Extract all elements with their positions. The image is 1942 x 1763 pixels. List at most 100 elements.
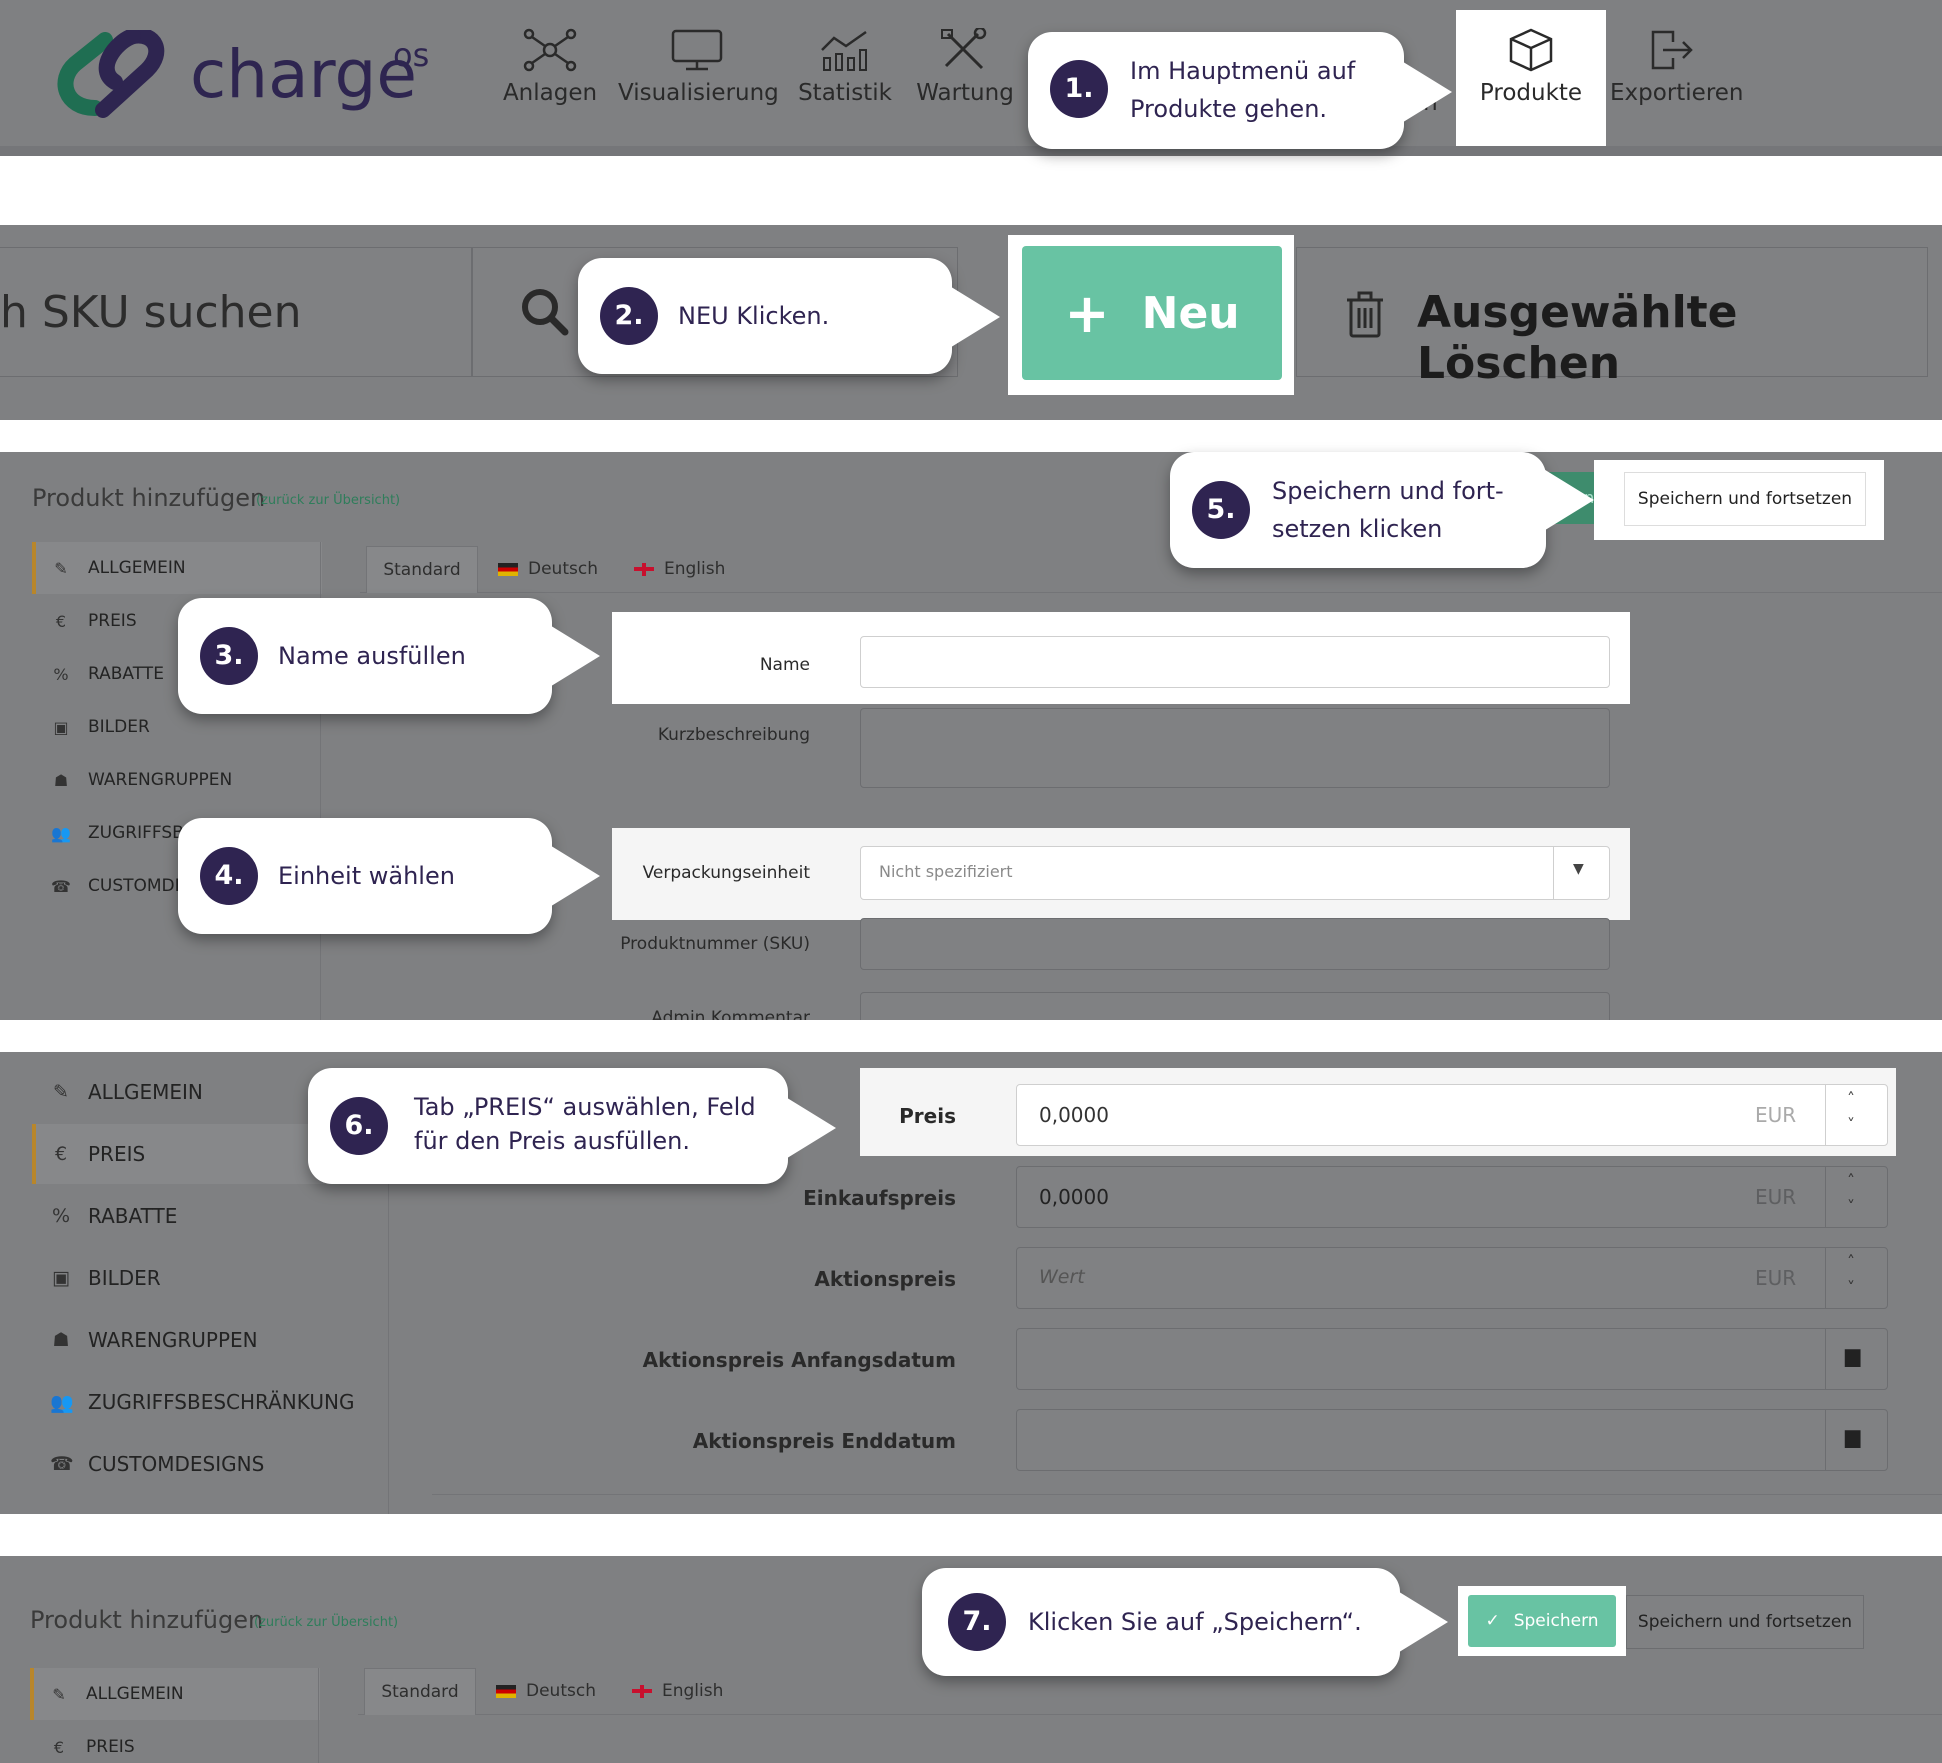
sidebar-label: WARENGRUPPEN bbox=[88, 1328, 258, 1352]
logo-mark-icon bbox=[57, 30, 165, 118]
tab-deutsch[interactable]: Deutsch bbox=[498, 546, 598, 592]
chargeos-logo[interactable]: charge OS bbox=[55, 30, 455, 120]
einkaufspreis-unit: EUR bbox=[1755, 1185, 1797, 1209]
sidebar-item-zugriffsbeschraenkung[interactable]: 👥 ZUGRIFFSBE bbox=[32, 807, 195, 859]
step-text-line-2: Produkte gehen. bbox=[1130, 95, 1328, 123]
calendar-icon[interactable]: ▆ bbox=[1845, 1424, 1860, 1448]
sidebar-item-allgemein[interactable]: ✎ ALLGEMEIN bbox=[32, 1062, 203, 1122]
stepper-down-icon[interactable]: ˅ bbox=[1847, 1197, 1855, 1216]
sidebar-label: PREIS bbox=[86, 1737, 135, 1757]
back-to-overview-link[interactable]: (zurück zur Übersicht) bbox=[256, 493, 400, 508]
preis-value: 0,0000 bbox=[1039, 1103, 1109, 1127]
aktionspreis-anfangsdatum-input[interactable]: ▆ bbox=[1016, 1328, 1888, 1390]
save-continue-button[interactable]: Speichern und fortsetzen bbox=[1624, 472, 1866, 526]
sku-input[interactable] bbox=[860, 918, 1610, 970]
image-icon: ▣ bbox=[52, 1267, 70, 1289]
sidebar-item-customdesigns[interactable]: ☎ CUSTOMDESIGNS bbox=[32, 1434, 264, 1494]
admin-comment-input[interactable] bbox=[860, 992, 1610, 1020]
sidebar-item-preis[interactable]: € PREIS bbox=[32, 595, 137, 647]
step-number: 6. bbox=[330, 1097, 388, 1155]
sidebar-item-warengruppen[interactable]: ☗ WARENGRUPPEN bbox=[32, 1310, 258, 1370]
delete-selected-label: Ausgewählte Löschen bbox=[1417, 287, 1738, 389]
sidebar-item-zugriffsbeschraenkung[interactable]: 👥 ZUGRIFFSBESCHRÄNKUNG bbox=[32, 1372, 354, 1432]
name-input[interactable] bbox=[860, 636, 1610, 688]
box-icon bbox=[1509, 28, 1553, 72]
sidebar-item-bilder[interactable]: ▣ BILDER bbox=[32, 1248, 161, 1308]
sidebar-label: ALLGEMEIN bbox=[88, 558, 186, 578]
caret-down-icon[interactable]: ▼ bbox=[1573, 861, 1584, 877]
check-icon: ✓ bbox=[1485, 1611, 1500, 1631]
phone-icon: ☎ bbox=[50, 1453, 74, 1475]
sidebar-label: CUSTOMDESIGNS bbox=[88, 1452, 265, 1476]
sidebar-item-preis[interactable]: € PREIS bbox=[32, 1124, 145, 1184]
stepper-up-icon[interactable]: ˄ bbox=[1847, 1089, 1855, 1108]
sidebar-item-warengruppen[interactable]: ☗ WARENGRUPPEN bbox=[32, 754, 232, 806]
admin-comment-label: Admin Kommentar bbox=[651, 1008, 810, 1020]
stepper-up-icon[interactable]: ˄ bbox=[1847, 1252, 1855, 1271]
calendar-icon[interactable]: ▆ bbox=[1845, 1343, 1860, 1367]
sidebar-item-preis[interactable]: € PREIS bbox=[30, 1721, 135, 1763]
stepper-down-icon[interactable]: ˅ bbox=[1847, 1278, 1855, 1297]
step-text-line-1: Im Hauptmenü auf bbox=[1130, 57, 1356, 85]
sidebar-label: BILDER bbox=[88, 717, 150, 737]
nav-visualisierung[interactable]: Visualisierung bbox=[618, 28, 779, 106]
new-button[interactable]: + Neu bbox=[1022, 246, 1282, 380]
aktionspreis-enddatum-input[interactable]: ▆ bbox=[1016, 1409, 1888, 1471]
stepper-down-icon[interactable]: ˅ bbox=[1847, 1115, 1855, 1134]
trash-icon bbox=[1347, 291, 1383, 338]
flag-de-icon bbox=[496, 1684, 516, 1698]
nav-produkte[interactable]: Produkte bbox=[1458, 28, 1604, 106]
stepper-up-icon[interactable]: ˄ bbox=[1847, 1171, 1855, 1190]
aktionspreis-unit: EUR bbox=[1755, 1266, 1797, 1290]
sidebar-item-rabatte[interactable]: % RABATTE bbox=[32, 648, 164, 700]
nav-label: Wartung bbox=[916, 80, 1014, 106]
sidebar-label: BILDER bbox=[88, 1266, 161, 1290]
save-button[interactable]: ✓ Speichern bbox=[1468, 1595, 1616, 1647]
pencil-icon: ✎ bbox=[52, 1684, 66, 1704]
nav-statistik[interactable]: Statistik bbox=[795, 28, 895, 106]
step-text-line-2: für den Preis ausfüllen. bbox=[414, 1127, 690, 1155]
sidebar-item-customdesigns[interactable]: ☎ CUSTOMDE bbox=[32, 860, 185, 912]
stepper-divider bbox=[1825, 1167, 1826, 1227]
sidebar-item-allgemein[interactable]: ✎ ALLGEMEIN bbox=[30, 1668, 183, 1720]
tab-label: Standard bbox=[383, 560, 461, 580]
einkaufspreis-input[interactable]: 0,0000 EUR ˄ ˅ bbox=[1016, 1166, 1888, 1228]
step-text-line-2: setzen klicken bbox=[1272, 515, 1443, 543]
tab-english[interactable]: English bbox=[632, 1668, 723, 1714]
preis-input[interactable]: 0,0000 EUR ˄ ˅ bbox=[1016, 1084, 1888, 1146]
sidebar-item-rabatte[interactable]: % RABATTE bbox=[32, 1186, 177, 1246]
tab-standard[interactable]: Standard bbox=[366, 546, 478, 593]
sidebar-item-allgemein[interactable]: ✎ ALLGEMEIN bbox=[32, 542, 186, 594]
sidebar-item-bilder[interactable]: ▣ BILDER bbox=[32, 701, 150, 753]
verpackungseinheit-select[interactable]: Nicht spezifiziert ▼ bbox=[860, 846, 1610, 900]
tab-label: Deutsch bbox=[528, 559, 598, 579]
preis-unit: EUR bbox=[1755, 1103, 1797, 1127]
aktionspreis-input[interactable]: Wert EUR ˄ ˅ bbox=[1016, 1247, 1888, 1309]
sidebar-label: PREIS bbox=[88, 1142, 146, 1166]
sku-search-placeholder: h SKU suchen bbox=[0, 287, 302, 338]
callout-pointer bbox=[1396, 1590, 1448, 1654]
save-continue-label: Speichern und fortsetzen bbox=[1637, 489, 1853, 509]
step-number: 4. bbox=[200, 847, 258, 905]
einkaufspreis-value: 0,0000 bbox=[1039, 1185, 1109, 1209]
nav-wartung[interactable]: Wartung bbox=[915, 28, 1015, 106]
form-sidebar: ✎ ALLGEMEIN € PREIS bbox=[30, 1668, 320, 1763]
aktionspreis-anfangsdatum-label: Aktionspreis Anfangsdatum bbox=[642, 1348, 956, 1372]
save-continue-button[interactable]: Speichern und fortsetzen bbox=[1626, 1595, 1864, 1649]
save-continue-label: Speichern und fortsetzen bbox=[1637, 1612, 1853, 1632]
tools-icon bbox=[941, 28, 987, 70]
nav-anlagen[interactable]: Anlagen bbox=[500, 28, 600, 106]
kurzbeschreibung-textarea[interactable] bbox=[860, 708, 1610, 788]
sidebar-label: RABATTE bbox=[88, 1204, 178, 1228]
step-number: 3. bbox=[200, 627, 258, 685]
tab-deutsch[interactable]: Deutsch bbox=[496, 1668, 596, 1714]
tab-standard[interactable]: Standard bbox=[364, 1668, 476, 1715]
nav-exportieren[interactable]: Exportieren bbox=[1610, 28, 1744, 106]
tab-label: Standard bbox=[381, 1682, 459, 1702]
aktionspreis-placeholder: Wert bbox=[1039, 1266, 1085, 1288]
callout-step-3: 3. Name ausfüllen bbox=[178, 598, 552, 714]
back-to-overview-link[interactable]: (zurück zur Übersicht) bbox=[254, 1615, 398, 1630]
stepper-divider bbox=[1825, 1248, 1826, 1308]
tab-english[interactable]: English bbox=[634, 546, 725, 592]
date-divider bbox=[1825, 1329, 1826, 1389]
